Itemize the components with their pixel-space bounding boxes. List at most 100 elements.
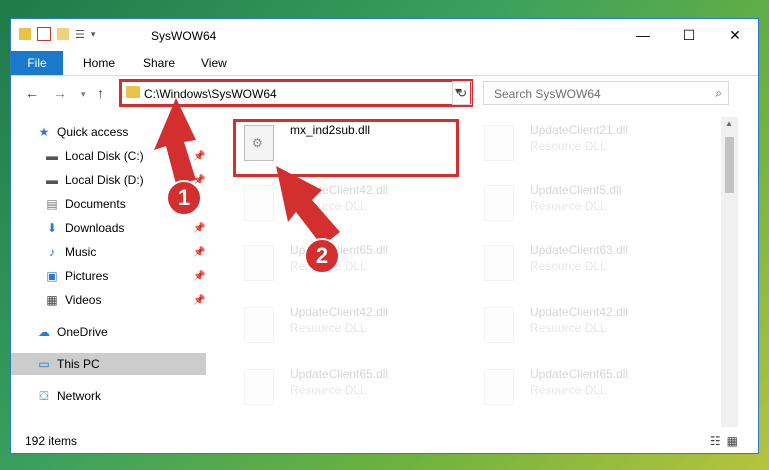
sidebar-item-label: Network xyxy=(57,389,102,403)
folder-icon[interactable] xyxy=(19,28,31,40)
dll-file-icon xyxy=(484,245,514,281)
file-type: Resource DLL xyxy=(290,199,367,213)
properties-icon[interactable]: ☰ xyxy=(75,28,85,41)
up-arrow-icon[interactable]: ↑ xyxy=(97,85,104,101)
file-item[interactable]: UpdateClient42.dll Resource DLL xyxy=(234,179,454,225)
sidebar-item-label: Pictures xyxy=(65,269,109,283)
sidebar-item-pictures[interactable]: ▣ Pictures 📌 xyxy=(11,265,206,287)
refresh-button[interactable]: ↻ xyxy=(452,81,472,105)
sidebar-item-label: Local Disk (C:) xyxy=(65,149,144,163)
file-item[interactable]: UpdateClient42.dll Resource DLL xyxy=(234,301,454,347)
tab-file[interactable]: File xyxy=(11,51,63,75)
pictures-icon: ▣ xyxy=(46,269,58,283)
dll-file-icon xyxy=(244,245,274,281)
pin-icon[interactable]: 📌 xyxy=(193,151,205,162)
file-name: UpdateClient42.dll xyxy=(530,305,629,319)
file-name: UpdateClient63.dll xyxy=(530,243,629,257)
checklist-icon[interactable] xyxy=(37,27,51,41)
file-type: Resource DLL xyxy=(530,199,607,213)
file-item[interactable]: UpdateClient5.dll Resource DLL xyxy=(474,179,694,225)
sidebar-item-music[interactable]: ♪ Music 📌 xyxy=(11,241,206,263)
file-type: Resource DLL xyxy=(530,259,607,273)
file-item[interactable]: UpdateClient65.dll Resource DLL xyxy=(234,239,454,285)
sidebar-item-label: Quick access xyxy=(57,125,129,139)
tab-home[interactable]: Home xyxy=(83,56,115,70)
dll-file-icon xyxy=(484,185,514,221)
sidebar-item-label: Documents xyxy=(65,197,126,211)
dll-file-icon xyxy=(244,307,274,343)
cloud-icon: ☁ xyxy=(38,325,50,339)
file-item[interactable]: UpdateClient21.dll Resource DLL xyxy=(474,119,694,165)
scroll-up-icon[interactable]: ▲ xyxy=(725,119,733,128)
network-icon: ⛋ xyxy=(39,388,49,403)
sidebar-item-label: OneDrive xyxy=(57,325,108,339)
file-item[interactable]: UpdateClient63.dll Resource DLL xyxy=(474,239,694,285)
dll-file-icon xyxy=(484,125,514,161)
navigation-pane: ★ Quick access ▬ Local Disk (C:) 📌 ▬ Loc… xyxy=(11,115,206,415)
dll-file-icon xyxy=(484,307,514,343)
dll-file-icon xyxy=(244,369,274,405)
sidebar-item-label: Downloads xyxy=(65,221,125,235)
minimize-button[interactable]: — xyxy=(620,19,666,51)
scrollbar-thumb[interactable] xyxy=(725,137,734,193)
status-bar: 192 items ☷ ▦ xyxy=(11,429,758,453)
drive-icon: ▬ xyxy=(46,149,58,163)
sidebar-item-label: This PC xyxy=(57,357,100,371)
search-placeholder: Search SysWOW64 xyxy=(494,87,601,101)
pin-icon[interactable]: 📌 xyxy=(193,295,205,306)
documents-icon: ▤ xyxy=(46,197,58,211)
file-type: Resource DLL xyxy=(530,139,607,153)
sidebar-item-this-pc[interactable]: ▭ This PC xyxy=(11,353,206,375)
file-highlight-box xyxy=(233,119,459,177)
maximize-icon: ☐ xyxy=(682,26,696,43)
file-name: UpdateClient65.dll xyxy=(530,367,629,381)
forward-arrow-icon[interactable]: → xyxy=(53,85,67,101)
pin-icon[interactable]: 📌 xyxy=(193,223,205,234)
file-item[interactable]: UpdateClient65.dll Resource DLL xyxy=(474,363,694,409)
file-name: UpdateClient65.dll xyxy=(290,367,389,381)
sidebar-item-label: Music xyxy=(65,245,97,259)
window-title: SysWOW64 xyxy=(151,29,217,43)
file-item[interactable]: UpdateClient42.dll Resource DLL xyxy=(474,301,694,347)
explorer-window: ☰ ▾ SysWOW64 — ☐ ✕ File Home Share View … xyxy=(10,18,759,454)
star-icon: ★ xyxy=(38,125,50,139)
close-button[interactable]: ✕ xyxy=(712,19,758,51)
recent-chevron-icon[interactable]: ▾ xyxy=(81,89,86,100)
address-highlight-box xyxy=(119,79,473,107)
file-type: Resource DLL xyxy=(530,383,607,397)
drive-icon: ▬ xyxy=(46,173,58,187)
sidebar-item-quick-access[interactable]: ★ Quick access xyxy=(11,121,206,143)
ribbon-tabs: File Home Share View xyxy=(11,51,758,76)
tab-share[interactable]: Share xyxy=(143,56,175,70)
new-folder-icon[interactable] xyxy=(57,28,69,40)
details-view-icon[interactable]: ☷ xyxy=(710,434,721,448)
file-type: Resource DLL xyxy=(530,321,607,335)
chevron-down-icon[interactable]: ▾ xyxy=(91,29,96,40)
file-name: UpdateClient21.dll xyxy=(530,123,629,137)
videos-icon: ▦ xyxy=(46,293,58,307)
computer-icon: ▭ xyxy=(38,357,50,371)
step-2-badge: 2 xyxy=(304,238,340,274)
search-input[interactable]: Search SysWOW64 ⌕ xyxy=(483,81,729,105)
sidebar-item-videos[interactable]: ▦ Videos 📌 xyxy=(11,289,206,311)
vertical-scrollbar[interactable]: ▲ xyxy=(721,117,738,427)
pin-icon[interactable]: 📌 xyxy=(193,271,205,282)
file-name: UpdateClient42.dll xyxy=(290,183,389,197)
tab-view[interactable]: View xyxy=(201,56,227,70)
download-icon: ⬇ xyxy=(46,221,58,235)
file-item[interactable]: UpdateClient65.dll Resource DLL xyxy=(234,363,454,409)
minimize-icon: — xyxy=(636,27,650,43)
sidebar-item-downloads[interactable]: ⬇ Downloads 📌 xyxy=(11,217,206,239)
dll-file-icon xyxy=(484,369,514,405)
large-icons-view-icon[interactable]: ▦ xyxy=(727,434,738,448)
search-icon: ⌕ xyxy=(715,86,722,100)
dll-file-icon xyxy=(244,185,274,221)
sidebar-item-local-disk-c[interactable]: ▬ Local Disk (C:) 📌 xyxy=(11,145,206,167)
file-name: UpdateClient42.dll xyxy=(290,305,389,319)
sidebar-item-onedrive[interactable]: ☁ OneDrive xyxy=(11,321,206,343)
back-arrow-icon[interactable]: ← xyxy=(25,85,39,101)
sidebar-item-label: Local Disk (D:) xyxy=(65,173,144,187)
maximize-button[interactable]: ☐ xyxy=(666,19,712,51)
sidebar-item-network[interactable]: ⛋ Network xyxy=(11,385,206,407)
pin-icon[interactable]: 📌 xyxy=(193,247,205,258)
